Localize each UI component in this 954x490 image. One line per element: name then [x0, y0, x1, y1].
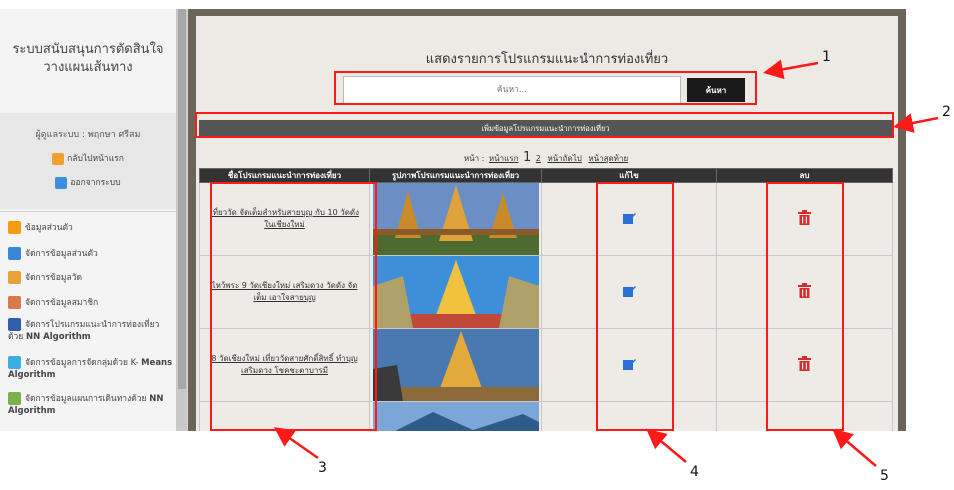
sidebar-item-label: จัดการข้อมูลส่วนตัว [25, 249, 98, 259]
sidebar-item-edit-profile[interactable]: จัดการข้อมูลส่วนตัว [8, 247, 174, 260]
column-header-image: รูปภาพโปรแกรมแนะนำการท่องเที่ยว [369, 168, 542, 183]
annotation-label-5: 5 [880, 468, 889, 484]
column-header-edit: แก้ไข [541, 168, 717, 183]
sidebar-item-label: จัดการข้อมูลการจัดกลุ่มด้วย K- [25, 358, 139, 368]
route-plan-icon [8, 392, 21, 405]
pagination-last[interactable]: หน้าสุดท้าย [588, 154, 628, 163]
annotation-label-2: 2 [942, 104, 951, 120]
members-icon [8, 296, 21, 309]
column-header-delete: ลบ [716, 168, 893, 183]
annotation-box-delete [766, 182, 844, 431]
program-image [372, 183, 539, 255]
pagination-current: 1 [522, 150, 532, 165]
sidebar: ระบบสนับสนุนการตัดสินใจ วางแผนเส้นทาง ผู… [0, 9, 188, 431]
sidebar-item-members[interactable]: จัดการข้อมูลสมาชิก [8, 296, 174, 309]
pagination-first[interactable]: หน้าแรก [489, 154, 519, 163]
home-link-label: กลับไปหน้าแรก [67, 154, 124, 164]
sidebar-item-label: จัดการข้อมูลสมาชิก [25, 298, 99, 308]
edit-profile-icon [8, 247, 21, 260]
annotation-label-1: 1 [822, 49, 831, 65]
sidebar-item-programs[interactable]: จัดการโปรแกรมแนะนำการท่องเที่ยวด้วย NN A… [8, 318, 174, 343]
user-panel: ผู้ดูแลระบบ : พฤกษา ศรีสม กลับไปหน้าแรก … [0, 113, 176, 209]
program-image [372, 402, 539, 431]
pagination-next[interactable]: หน้าถัดไป [547, 154, 581, 163]
program-image-cell [369, 328, 542, 402]
program-image [372, 329, 539, 401]
annotation-box-add [195, 112, 894, 138]
logout-link[interactable]: ออกจากระบบ [0, 175, 176, 189]
pagination-page-2[interactable]: 2 [536, 154, 541, 163]
pagination-prefix: หน้า : [463, 154, 485, 163]
sidebar-item-label: จัดการข้อมูลวัด [25, 273, 83, 283]
table-header-row: ชื่อโปรแกรมแนะนำการท่องเที่ยว รูปภาพโปรแ… [199, 168, 893, 183]
cluster-icon [8, 356, 21, 369]
program-image-cell [369, 401, 542, 431]
annotation-box-search [334, 71, 757, 105]
sidebar-item-label-bold: NN Algorithm [25, 332, 91, 342]
screenshot-stage: ระบบสนับสนุนการตัดสินใจ วางแผนเส้นทาง ผู… [0, 0, 954, 490]
app-title-line2: วางแผนเส้นทาง [43, 60, 133, 75]
sidebar-item-route-plans[interactable]: จัดการข้อมูลแผนการเดินทางด้วย NN Algorit… [8, 392, 174, 417]
page-title: แสดงรายการโปรแกรมแนะนำการท่องเที่ยว [425, 52, 669, 67]
sidebar-item-profile[interactable]: ข้อมูลส่วนตัว [8, 221, 174, 234]
sidebar-item-clustering[interactable]: จัดการข้อมูลการจัดกลุ่มด้วย K- Means Alg… [8, 356, 174, 381]
annotation-box-edit [596, 182, 674, 431]
sidebar-scrollbar-thumb[interactable] [178, 9, 186, 389]
sidebar-item-temples[interactable]: จัดการข้อมูลวัด [8, 271, 174, 284]
annotation-box-names [210, 182, 377, 431]
program-image-cell [369, 182, 542, 256]
sidebar-scrollbar[interactable] [176, 9, 187, 431]
program-image [372, 256, 539, 328]
logout-link-label: ออกจากระบบ [70, 178, 121, 188]
annotation-label-3: 3 [318, 460, 327, 476]
program-image-cell [369, 255, 542, 329]
profile-icon [8, 221, 21, 234]
annotation-label-4: 4 [690, 464, 699, 480]
home-link[interactable]: กลับไปหน้าแรก [0, 151, 176, 165]
sidebar-divider [0, 211, 176, 212]
home-icon [52, 152, 65, 165]
sidebar-item-label: จัดการข้อมูลแผนการเดินทางด้วย [25, 394, 147, 404]
sidebar-item-label: ข้อมูลส่วนตัว [25, 223, 73, 233]
app-title-line1: ระบบสนับสนุนการตัดสินใจ [12, 42, 164, 57]
program-icon [8, 318, 21, 331]
column-header-name: ชื่อโปรแกรมแนะนำการท่องเที่ยว [199, 168, 370, 183]
logout-icon [55, 176, 68, 189]
app-title: ระบบสนับสนุนการตัดสินใจ วางแผนเส้นทาง [0, 41, 176, 77]
user-label: ผู้ดูแลระบบ : พฤกษา ศรีสม [35, 130, 141, 140]
temple-icon [8, 271, 21, 284]
pagination: หน้า : หน้าแรก 1 2 หน้าถัดไป หน้าสุดท้าย [196, 150, 898, 165]
